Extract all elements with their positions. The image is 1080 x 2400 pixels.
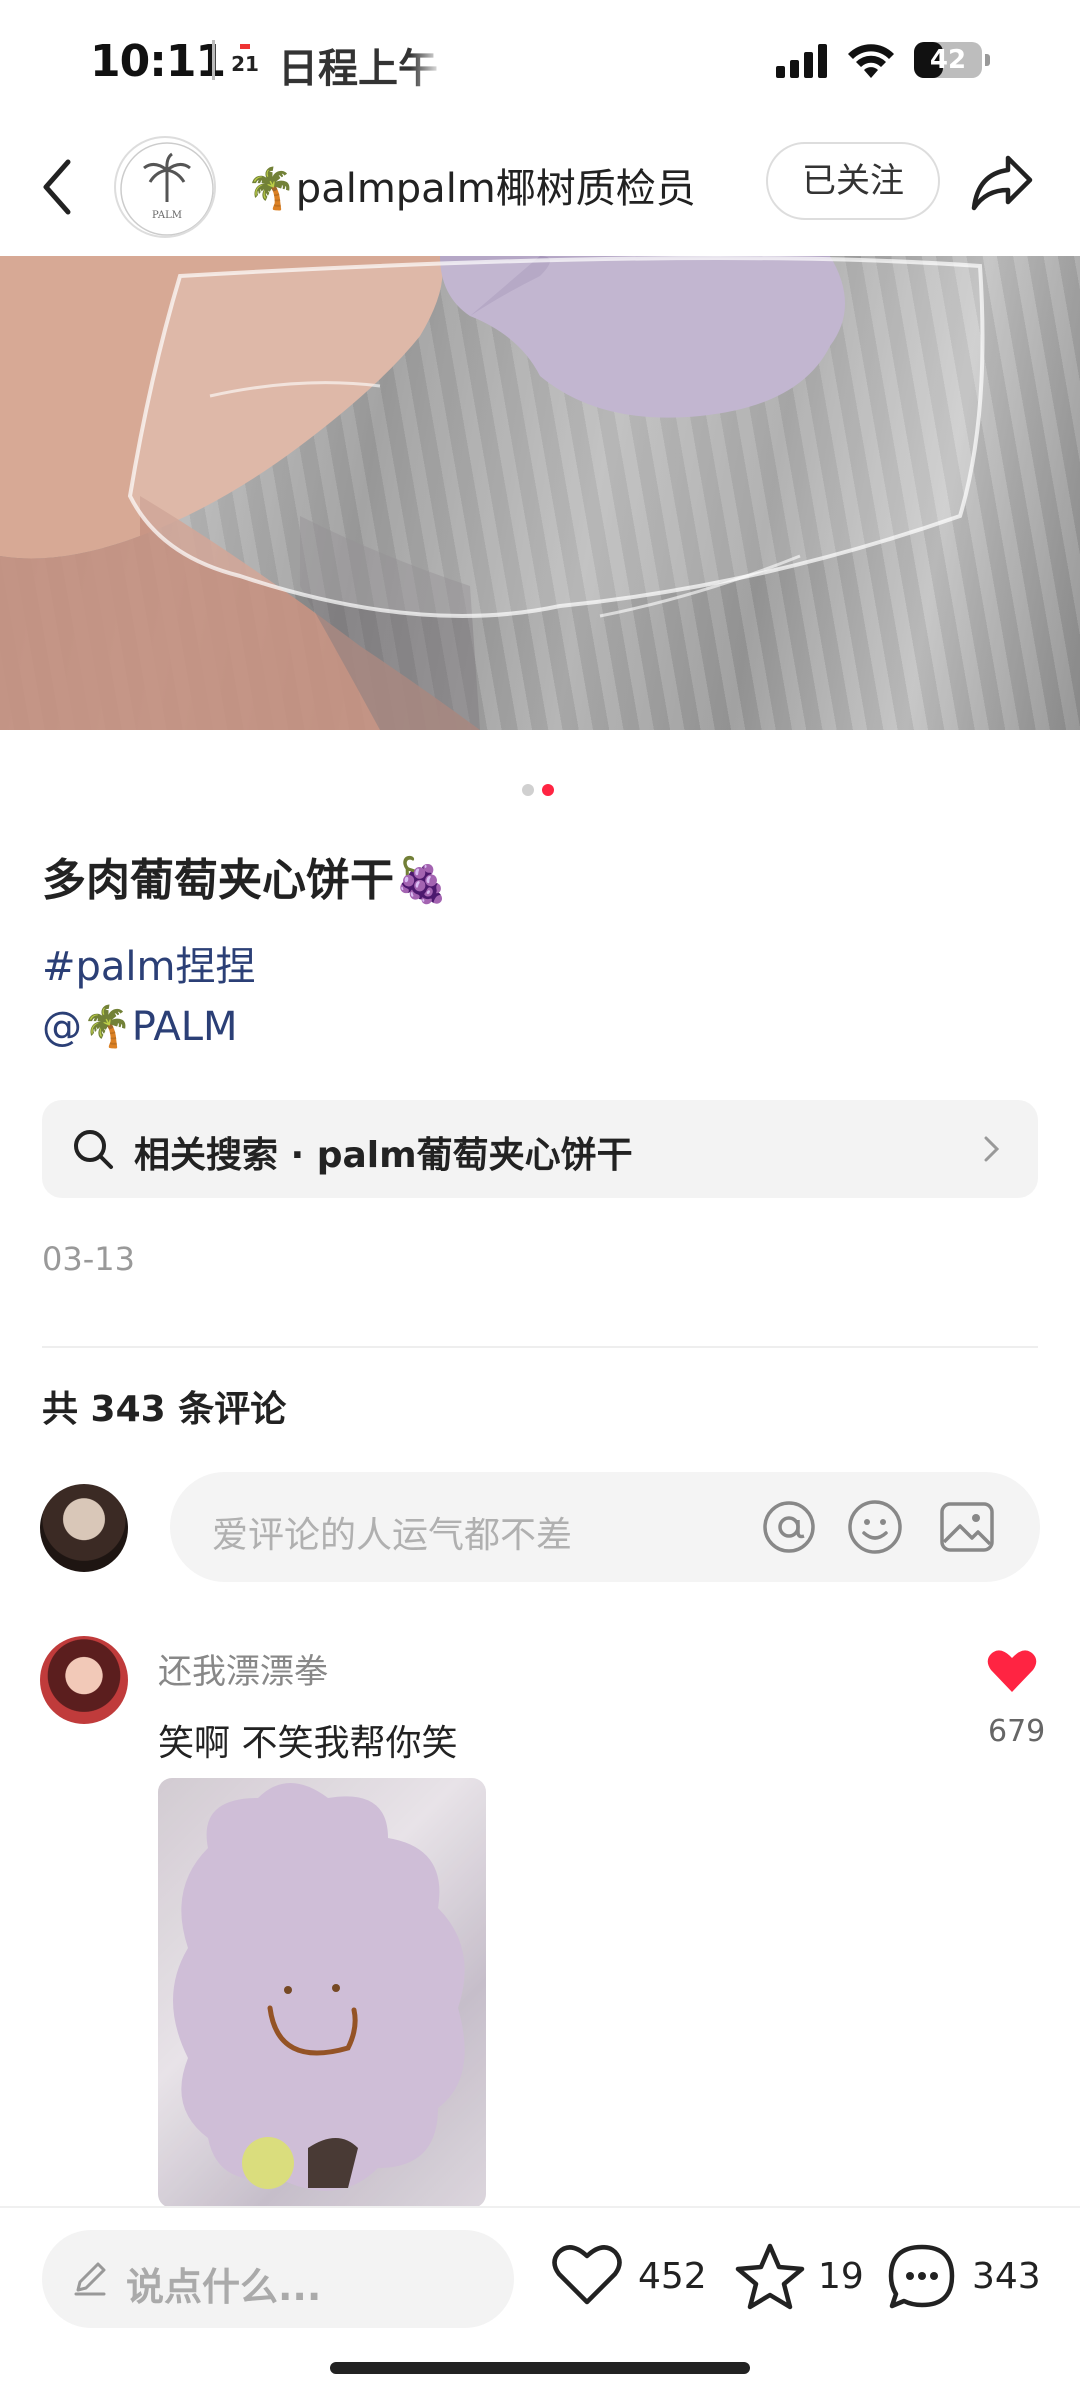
home-indicator[interactable] (330, 2362, 750, 2374)
palm-logo-icon: PALM (120, 142, 214, 236)
share-icon[interactable] (968, 150, 1036, 214)
heart-icon (552, 2245, 622, 2305)
post-mention[interactable]: @🌴PALM (42, 1003, 238, 1050)
follow-button[interactable]: 已关注 (766, 142, 940, 220)
comment-input[interactable]: 爱评论的人运气都不差 (170, 1472, 1040, 1582)
image-pagination (522, 784, 562, 798)
emoji-icon[interactable] (846, 1498, 904, 1556)
say-something-placeholder: 说点什么... (126, 2265, 322, 2309)
post-title: 多肉葡萄夹心饼干🍇 (42, 855, 449, 906)
comment-bubble-icon (888, 2244, 955, 2309)
comment-action[interactable]: 343 (886, 2238, 1046, 2318)
comment-count-bottom: 343 (972, 2256, 1041, 2297)
post-image[interactable] (0, 256, 1080, 730)
logo-text: PALM (152, 210, 182, 221)
say-something-input[interactable]: 说点什么... (42, 2230, 514, 2328)
author-avatar[interactable]: PALM (114, 136, 216, 238)
status-app-label: 日程上午 (278, 46, 438, 92)
comment-image[interactable] (158, 1778, 486, 2208)
post-image-content (0, 256, 985, 730)
calendar-icon: 21 (230, 42, 260, 78)
like-count: 452 (638, 2256, 707, 2297)
pencil-icon (74, 2262, 106, 2296)
commenter-name[interactable]: 还我漂漂拳 (158, 1644, 328, 1693)
back-arrow-icon[interactable] (34, 152, 78, 222)
cellular-signal-icon (776, 44, 828, 78)
comment-count: 共 343 条评论 (42, 1389, 287, 1430)
comment-placeholder: 爱评论的人运气都不差 (212, 1515, 573, 1556)
search-icon (74, 1130, 113, 1169)
post-header: PALM 🌴palmpalm椰树质检员 已关注 (0, 128, 1080, 256)
related-search-bar[interactable]: 相关搜索 · palm葡萄夹心饼干 (42, 1100, 1038, 1198)
comment-image-content (158, 1778, 486, 2208)
like-action[interactable]: 452 (550, 2238, 710, 2318)
post-hashtag[interactable]: #palm捏捏 (42, 934, 256, 992)
wifi-icon (848, 44, 894, 78)
collect-action[interactable]: 19 (734, 2238, 864, 2318)
battery-percent: 42 (929, 45, 967, 75)
status-time: 10:11 (90, 36, 226, 87)
commenter-avatar[interactable] (40, 1636, 128, 1724)
chevron-right-icon (984, 1136, 1000, 1162)
status-separator (212, 40, 215, 80)
pagination-dot (522, 784, 534, 796)
battery-icon: 42 (914, 42, 990, 78)
status-bar: 10:11 21 日程上午 42 (0, 0, 1080, 128)
my-avatar (40, 1484, 128, 1572)
star-icon (735, 2243, 805, 2310)
comment-like-heart-icon[interactable] (986, 1648, 1038, 1694)
collect-count: 19 (818, 2256, 864, 2297)
divider (42, 1346, 1038, 1348)
at-mention-icon[interactable] (760, 1498, 818, 1556)
comment-like-count: 679 (988, 1714, 1046, 1749)
author-name[interactable]: 🌴palmpalm椰树质检员 (246, 156, 696, 214)
pagination-dot-active (542, 784, 554, 796)
post-date: 03-13 (42, 1240, 135, 1278)
related-search-text: 相关搜索 · palm葡萄夹心饼干 (134, 1135, 633, 1176)
image-picker-icon[interactable] (938, 1498, 996, 1556)
comment-text: 笑啊 不笑我帮你笑 (158, 1723, 458, 1764)
